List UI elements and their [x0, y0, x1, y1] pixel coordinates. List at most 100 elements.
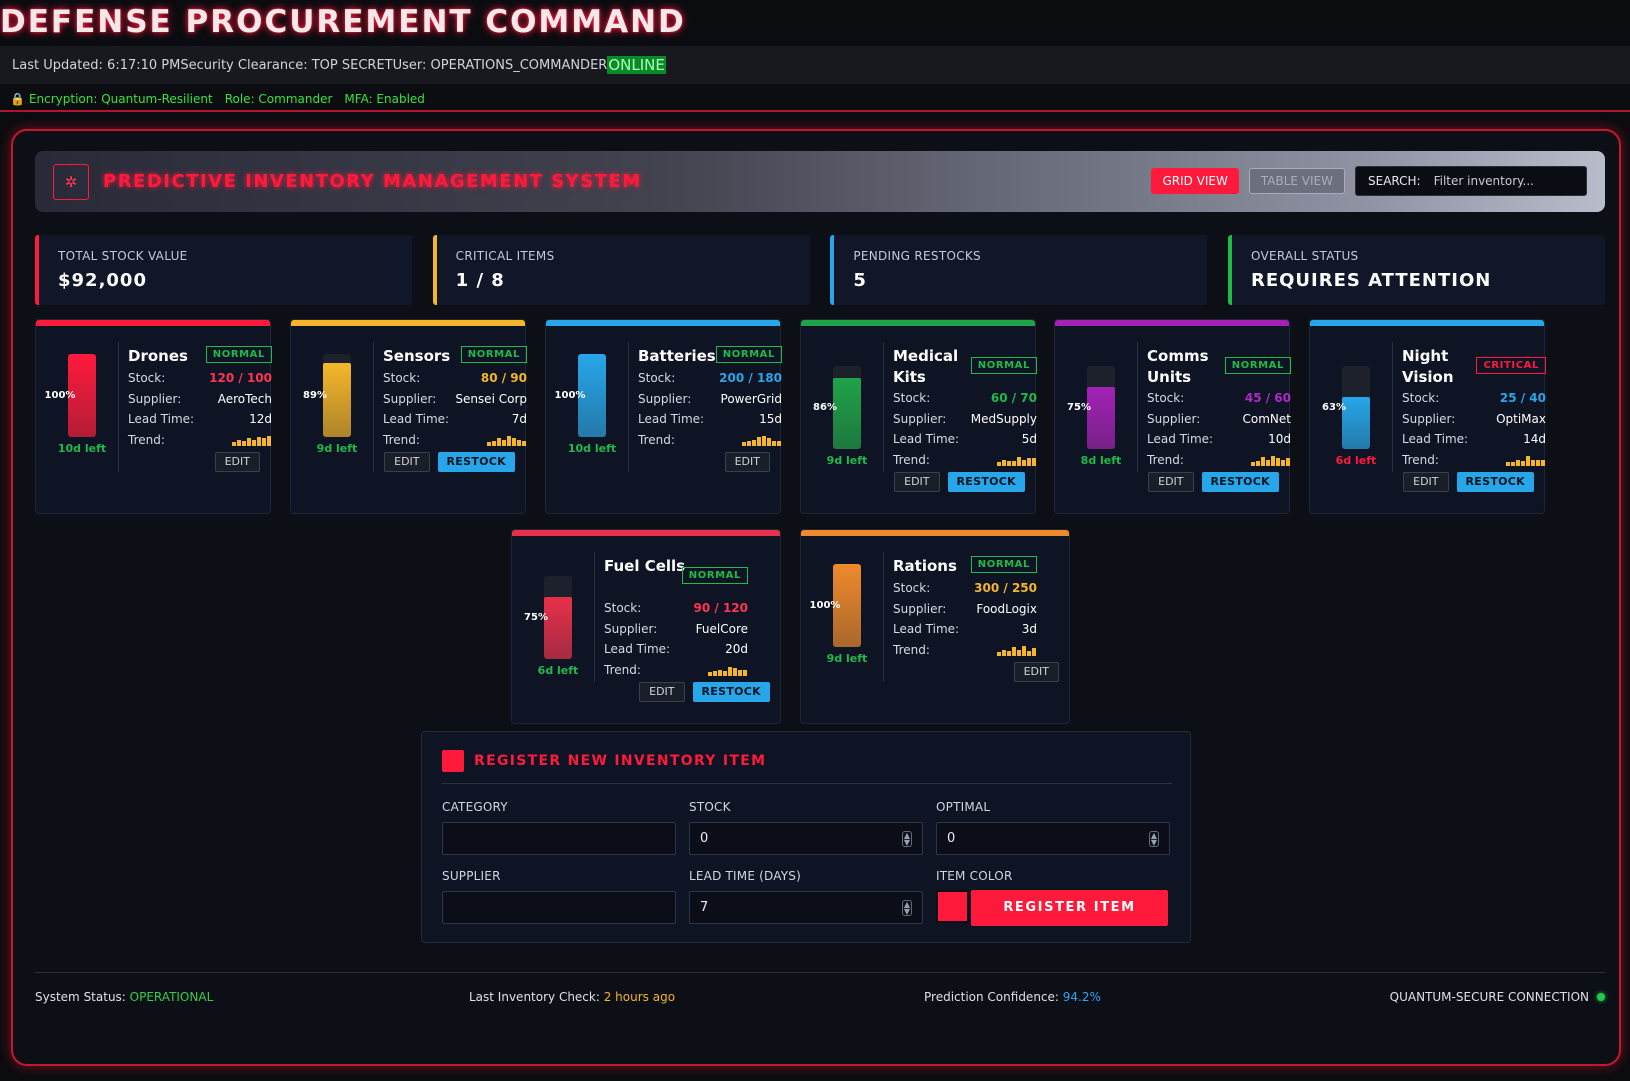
stock-row: Stock: 200 / 180	[638, 368, 782, 389]
trend-bar	[1281, 459, 1285, 466]
stock-label: Stock:	[638, 371, 676, 385]
restock-button[interactable]: RESTOCK	[1201, 472, 1279, 492]
stock-row: Stock: 90 / 120	[604, 598, 748, 619]
search-box: SEARCH:	[1355, 166, 1587, 196]
edit-button[interactable]: EDIT	[639, 682, 685, 702]
item-name: Batteries	[638, 347, 716, 365]
edit-button[interactable]: EDIT	[214, 452, 260, 472]
trend-bar	[743, 669, 747, 676]
card-actions: EDIT	[207, 452, 260, 472]
trend-bar	[1526, 455, 1530, 466]
system-header: ✲ PREDICTIVE INVENTORY MANAGEMENT SYSTEM…	[35, 151, 1605, 212]
stat-critical-items: CRITICAL ITEMS 1 / 8	[432, 235, 810, 305]
stock-row: Stock: 120 / 100	[128, 368, 272, 389]
card-divider	[628, 342, 629, 472]
stock-gauge: 86% 9d left	[811, 366, 883, 467]
trend-bar	[742, 441, 746, 446]
stock-gauge: 100% 9d left	[810, 564, 883, 665]
trend-bar	[1531, 459, 1535, 466]
prediction-confidence-label: Prediction Confidence:	[924, 990, 1063, 1004]
trend-bar	[777, 440, 781, 446]
lead-time-value: 12d	[249, 412, 272, 426]
supplier-value: ComNet	[1242, 411, 1291, 426]
trend-bar	[232, 441, 236, 446]
stock-row: Stock: 60 / 70	[893, 388, 1037, 409]
role-status: Role: Commander	[224, 91, 333, 106]
trend-label: Trend:	[604, 662, 641, 677]
edit-button[interactable]: EDIT	[724, 452, 770, 472]
online-badge: ONLINE	[607, 56, 666, 74]
table-view-button[interactable]: TABLE VIEW	[1248, 168, 1345, 194]
edit-button[interactable]: EDIT	[384, 452, 430, 472]
lock-icon: 🔒	[10, 91, 25, 106]
stock-label: Stock:	[1147, 391, 1185, 405]
card-divider	[1392, 342, 1393, 472]
search-input[interactable]	[1433, 174, 1574, 188]
edit-button[interactable]: EDIT	[1403, 472, 1449, 492]
trend-bar	[522, 440, 526, 446]
lead-time-row: Lead Time: 12d	[128, 409, 272, 430]
optimal-input[interactable]: 0 ▲ ▼	[936, 822, 1170, 855]
trend-bar	[723, 670, 727, 676]
stock-input[interactable]: 0 ▲ ▼	[689, 822, 923, 855]
stock-percent: 86%	[813, 402, 837, 413]
stock-value: 0	[700, 831, 709, 846]
trend-label: Trend:	[383, 432, 420, 447]
days-left: 10d left	[567, 442, 617, 455]
stock-value: 45 / 60	[1244, 391, 1291, 405]
card-actions: EDIT RESTOCK	[631, 682, 770, 702]
supplier-row: Supplier: Sensei Corp	[383, 389, 527, 410]
supplier-label: Supplier:	[604, 621, 658, 636]
card-actions: EDIT RESTOCK	[1395, 472, 1534, 492]
supplier-input[interactable]	[442, 891, 676, 924]
stock-stepper-icon[interactable]: ▲ ▼	[901, 830, 912, 847]
restock-button[interactable]: RESTOCK	[947, 472, 1025, 492]
restock-button[interactable]: RESTOCK	[437, 452, 515, 472]
trend-bar	[997, 461, 1001, 466]
trend-bar	[747, 440, 751, 446]
stock-gauge: 63% 6d left	[1320, 366, 1392, 467]
status-badge: NORMAL	[681, 567, 748, 584]
register-form-title: REGISTER NEW INVENTORY ITEM	[474, 753, 767, 769]
edit-button[interactable]: EDIT	[1148, 472, 1194, 492]
stat-value: REQUIRES ATTENTION	[1250, 270, 1492, 291]
restock-button[interactable]: RESTOCK	[692, 682, 770, 702]
supplier-label: Supplier:	[638, 391, 692, 406]
stat-label: PENDING RESTOCKS	[853, 249, 981, 263]
restock-button[interactable]: RESTOCK	[1456, 472, 1534, 492]
trend-bar	[1251, 461, 1255, 466]
trend-bar	[1266, 459, 1270, 466]
days-left: 10d left	[57, 442, 107, 455]
trend-bar	[497, 438, 501, 446]
item-name: Comms Units	[1147, 347, 1209, 386]
supplier-value: MedSupply	[970, 411, 1037, 426]
supplier-row: Supplier: MedSupply	[893, 409, 1037, 430]
lead-time-input[interactable]: 7 ▲ ▼	[689, 891, 923, 924]
edit-button[interactable]: EDIT	[1013, 662, 1059, 682]
stock-percent: 75%	[524, 612, 548, 623]
card-actions: EDIT	[717, 452, 770, 472]
grid-view-button[interactable]: GRID VIEW	[1151, 168, 1239, 194]
trend-bar	[1286, 458, 1290, 466]
card-info: Medical Kits NORMAL Stock: 60 / 70 Supplier:…	[893, 346, 1037, 470]
edit-button[interactable]: EDIT	[894, 472, 940, 492]
category-input[interactable]	[442, 822, 676, 855]
trend-bar	[1027, 458, 1031, 466]
register-item-button[interactable]: REGISTER ITEM	[971, 890, 1168, 926]
trend-sparkline	[997, 454, 1037, 466]
card-info: Comms Units NORMAL Stock: 45 / 60 Supplier: C…	[1147, 346, 1291, 470]
trend-bar	[1027, 650, 1031, 656]
trend-row: Trend:	[1402, 450, 1546, 471]
trend-sparkline	[708, 664, 748, 676]
trend-bar	[1022, 645, 1026, 656]
lead-time-row: Lead Time: 5d	[893, 429, 1037, 450]
stock-percent: 89%	[303, 390, 327, 401]
search-label: SEARCH:	[1368, 174, 1421, 188]
lead-time-stepper-icon[interactable]: ▲ ▼	[901, 899, 912, 916]
item-color-picker[interactable]	[936, 890, 969, 923]
trend-bar	[267, 435, 271, 446]
lead-time-value: 14d	[1523, 432, 1546, 446]
optimal-stepper-icon[interactable]: ▲ ▼	[1148, 830, 1159, 847]
card-header: Sensors NORMAL	[383, 346, 527, 368]
stock-row: Stock: 80 / 90	[383, 368, 527, 389]
